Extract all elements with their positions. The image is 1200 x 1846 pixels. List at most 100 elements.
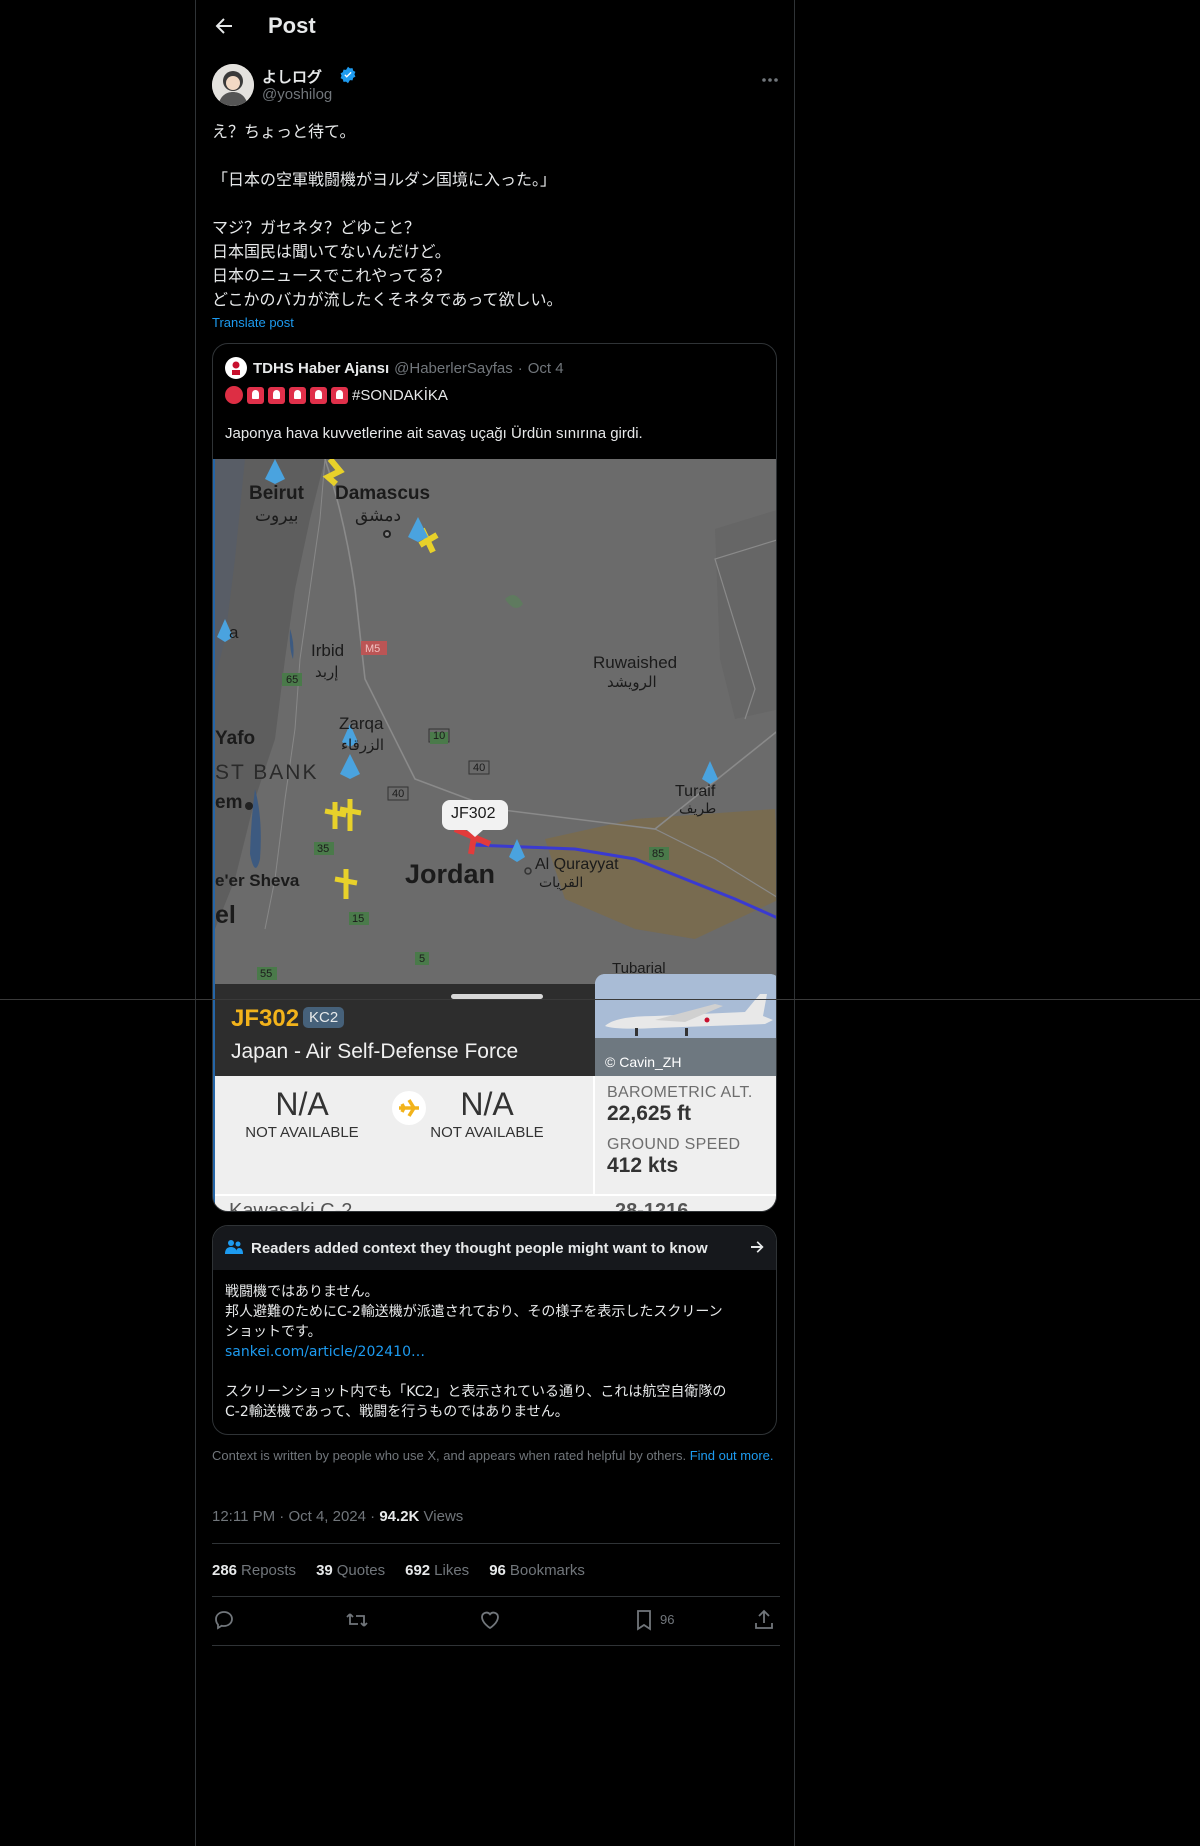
map-label: Beirut: [249, 483, 304, 504]
hashtag[interactable]: #SONDAKİKA: [352, 387, 448, 404]
like-icon[interactable]: [478, 1608, 502, 1632]
post-date[interactable]: Oct 4, 2024: [288, 1508, 366, 1525]
flight-details: N/A NOT AVAILABLE N/A NOT AVAILABLE BARO…: [215, 1076, 776, 1211]
map-label: a: [229, 623, 239, 642]
map-label: 10: [433, 730, 446, 742]
post-text-line: [212, 144, 780, 168]
post-column: Post よしログ @yoshilog え？ちょっと待て。 「日本の空軍戦闘機が…: [195, 0, 795, 1846]
quotes-label: Quotes: [336, 1562, 386, 1579]
community-note-header[interactable]: Readers added context they thought peopl…: [213, 1226, 776, 1270]
quoted-hashtag-line: #SONDAKİKA: [225, 384, 448, 406]
note-line: 戦闘機ではありません。: [225, 1284, 379, 1300]
author-name[interactable]: よしログ: [262, 66, 322, 87]
post-text-line: [212, 192, 780, 216]
find-out-more-link[interactable]: Find out more.: [690, 1448, 774, 1463]
community-note-title: Readers added context they thought peopl…: [251, 1240, 708, 1257]
likes-stat[interactable]: 692 Likes: [405, 1562, 469, 1579]
altitude-label: BAROMETRIC ALT.: [607, 1084, 753, 1101]
avatar[interactable]: [212, 64, 254, 106]
bookmarks-stat[interactable]: 96 Bookmarks: [489, 1562, 585, 1579]
post-text: え？ちょっと待て。 「日本の空軍戦闘機がヨルダン国境に入った。」 マジ？ガセネタ…: [212, 120, 780, 312]
note-source-link[interactable]: sankei.com/article/202410…: [225, 1342, 770, 1362]
aircraft-photo[interactable]: © Cavin_ZH: [595, 974, 776, 1078]
post-text-line: どこかのバカが流したくそネタであって欲しい。: [212, 290, 563, 309]
bookmark-icon[interactable]: [632, 1608, 656, 1632]
post-text-line: え？ちょっと待て。: [212, 122, 356, 141]
map-label: M5: [365, 643, 381, 655]
engagement-stats: 286 Reposts 39 Quotes 692 Likes 96 Bookmarks: [212, 1562, 585, 1579]
quotes-stat[interactable]: 39 Quotes: [316, 1562, 385, 1579]
page-title: Post: [268, 13, 316, 38]
origin-label: NOT AVAILABLE: [245, 1124, 359, 1141]
post-author: よしログ @yoshilog: [212, 64, 780, 108]
reply-icon[interactable]: [212, 1608, 236, 1632]
map-label: 85: [652, 848, 665, 860]
action-bar: 96: [212, 1608, 780, 1636]
post-time[interactable]: 12:11 PM: [212, 1508, 275, 1525]
divider: [212, 1645, 780, 1646]
bookmarks-label: Bookmarks: [509, 1562, 585, 1579]
quoted-date: Oct 4: [527, 359, 564, 377]
community-note: Readers added context they thought peopl…: [212, 1225, 777, 1435]
arrow-right-icon[interactable]: [748, 1238, 766, 1256]
map-label: Jordan: [405, 859, 496, 889]
quoted-author-handle[interactable]: @HaberlerSayfas: [394, 360, 513, 377]
likes-count: 692: [405, 1562, 431, 1579]
flight-info-sheet[interactable]: JF302 KC2 Japan - Air Self-Defense Force…: [215, 974, 776, 1211]
map-label: 5: [419, 953, 426, 965]
origin-airport: N/A NOT AVAILABLE: [227, 1086, 377, 1141]
note-line: スクリーンショット内でも「KC2」と表示されている通り、これは航空自衛隊の: [225, 1384, 727, 1400]
map-label: 40: [473, 762, 486, 774]
map-label: الزرقاء: [341, 736, 385, 754]
reposts-label: Reposts: [241, 1562, 297, 1579]
reposts-stat[interactable]: 286 Reposts: [212, 1562, 296, 1579]
flight-tracker-screenshot[interactable]: Beirut بيروت Damascus دمشق a Irbid إربد …: [213, 459, 776, 1211]
map-label: Turaif: [675, 783, 716, 800]
map-label: Zarqa: [339, 714, 384, 733]
map-label: الرويشد: [607, 673, 657, 691]
destination-code: N/A: [460, 1086, 514, 1122]
map-label: Ruwaished: [593, 653, 678, 672]
origin-code: N/A: [275, 1086, 329, 1122]
map-label: إربد: [315, 663, 339, 681]
community-note-body: 戦闘機ではありません。 邦人避難のためにC-2輸送機が派遣されており、その様子を…: [225, 1282, 770, 1422]
bookmark-action-count: 96: [660, 1612, 675, 1627]
note-line: ショットです。: [225, 1324, 322, 1340]
flight-callsign: JF302: [231, 1005, 300, 1032]
map-label: JF302: [451, 805, 496, 822]
speed-value: 412 kts: [607, 1154, 679, 1177]
note-disclaimer: Context is written by people who use X, …: [212, 1448, 687, 1463]
map-label: 55: [260, 968, 273, 980]
repost-icon[interactable]: [345, 1608, 369, 1632]
siren-icon: [247, 386, 264, 404]
altitude-value: 22,625 ft: [607, 1102, 692, 1125]
separator-dot: ·: [370, 1508, 380, 1525]
back-arrow-icon[interactable]: [212, 14, 236, 38]
map-label: Irbid: [311, 641, 345, 660]
note-line: 邦人避難のためにC-2輸送機が派遣されており、その様子を表示したスクリーン: [225, 1304, 723, 1320]
more-options-icon[interactable]: [760, 70, 780, 90]
siren-icon: [310, 386, 327, 404]
map-label: دمشق: [355, 506, 402, 526]
map-label: 35: [317, 843, 330, 855]
note-spacer: [225, 1362, 770, 1382]
people-icon: [225, 1240, 243, 1254]
red-circle-icon: [225, 386, 243, 404]
views-label: Views: [423, 1508, 464, 1525]
quoted-post[interactable]: TDHS Haber Ajansı @HaberlerSayfas · Oct …: [212, 343, 777, 1212]
flight-header: JF302 KC2 Japan - Air Self-Defense Force: [215, 984, 595, 1076]
bookmarks-count: 96: [489, 1562, 506, 1579]
separator-dot: ·: [517, 359, 523, 377]
map-label: Yafo: [215, 728, 256, 749]
quotes-count: 39: [316, 1562, 333, 1579]
quoted-author-name[interactable]: TDHS Haber Ajansı: [253, 360, 389, 377]
verified-badge-icon: [340, 66, 356, 84]
destination-airport: N/A NOT AVAILABLE: [412, 1086, 562, 1141]
map-label: 40: [392, 788, 405, 800]
quoted-avatar[interactable]: [225, 357, 247, 379]
translate-post-link[interactable]: Translate post: [212, 315, 294, 330]
post-text-line: マジ？ガセネタ？どゆこと？: [212, 218, 421, 237]
flight-operator: Japan - Air Self-Defense Force: [231, 1040, 519, 1063]
share-icon[interactable]: [752, 1608, 776, 1632]
author-handle[interactable]: @yoshilog: [262, 86, 332, 103]
